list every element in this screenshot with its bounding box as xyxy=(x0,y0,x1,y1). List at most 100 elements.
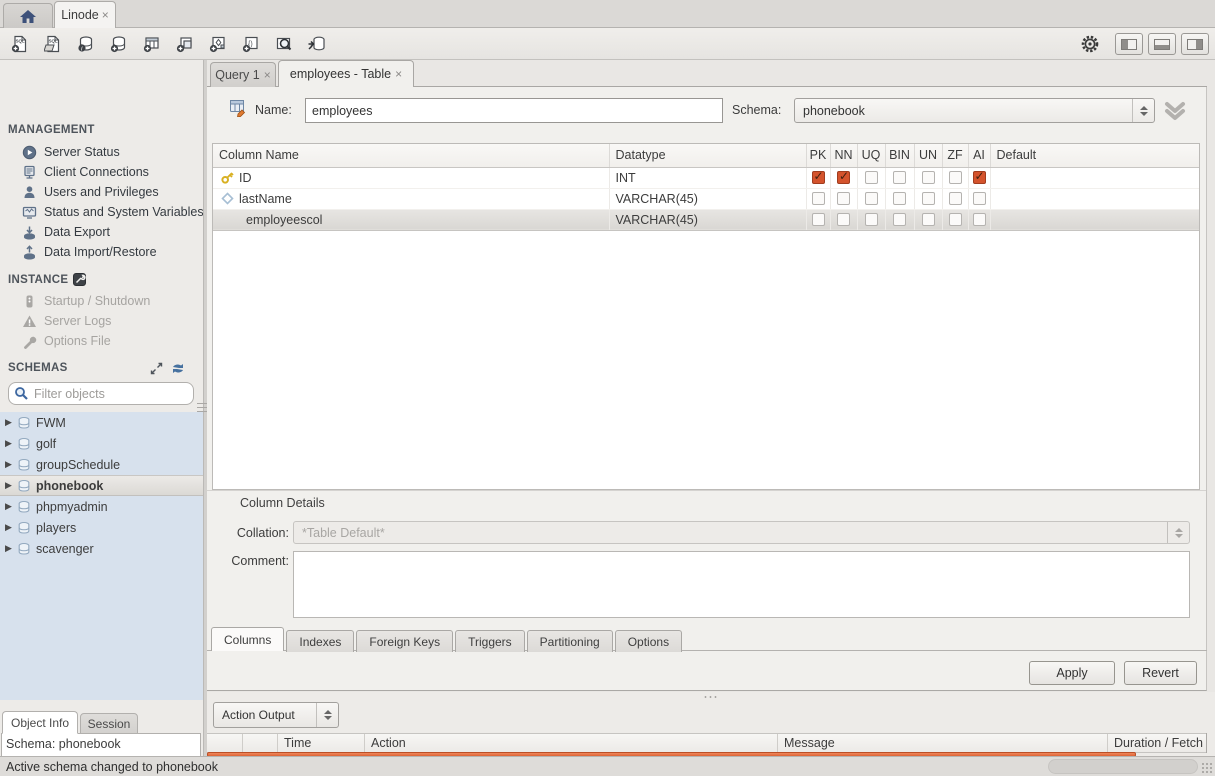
schema-item-phpmyadmin[interactable]: ▶ phpmyadmin xyxy=(0,496,203,517)
schema-item-phonebook[interactable]: ▶ phonebook xyxy=(0,475,203,496)
reconnect-dbms-icon[interactable] xyxy=(303,31,330,57)
expand-arrow-icon[interactable]: ▶ xyxy=(0,480,14,491)
connection-tab[interactable]: Linode × xyxy=(54,1,116,28)
expand-arrow-icon[interactable]: ▶ xyxy=(0,501,14,512)
toggle-left-panel-icon[interactable] xyxy=(1115,33,1143,55)
schema-item-golf[interactable]: ▶ golf xyxy=(0,433,203,454)
create-table-icon[interactable] xyxy=(138,31,165,57)
collation-select[interactable]: *Table Default* xyxy=(293,521,1190,544)
checkbox-bin[interactable] xyxy=(893,192,906,205)
subtab-columns[interactable]: Columns xyxy=(211,627,284,651)
table-name-input[interactable] xyxy=(305,98,723,123)
tab-session[interactable]: Session xyxy=(80,713,138,734)
checkbox-nn[interactable] xyxy=(837,213,850,226)
refresh-schemas-icon[interactable] xyxy=(171,362,185,375)
output-splitter-grip[interactable] xyxy=(703,695,717,699)
open-sql-script-icon[interactable]: SQL xyxy=(39,31,66,57)
create-stored-procedure-icon[interactable] xyxy=(204,31,231,57)
checkbox-bin[interactable] xyxy=(893,171,906,184)
grid-header-bin[interactable]: BIN xyxy=(885,144,914,167)
checkbox-bin[interactable] xyxy=(893,213,906,226)
checkbox-checked-ai[interactable] xyxy=(973,171,986,184)
checkbox-zf[interactable] xyxy=(949,213,962,226)
grid-header-default[interactable]: Default xyxy=(990,144,1200,167)
expand-arrow-icon[interactable]: ▶ xyxy=(0,438,14,449)
search-data-icon[interactable] xyxy=(270,31,297,57)
checkbox-ai[interactable] xyxy=(973,213,986,226)
sidebar-item-server-logs[interactable]: Server Logs xyxy=(0,311,203,331)
checkbox-zf[interactable] xyxy=(949,192,962,205)
checkbox-uq[interactable] xyxy=(865,171,878,184)
create-function-icon[interactable]: {) xyxy=(237,31,264,57)
tab-object-info[interactable]: Object Info xyxy=(2,711,78,734)
toggle-bottom-panel-icon[interactable] xyxy=(1148,33,1176,55)
schema-item-players[interactable]: ▶ players xyxy=(0,517,203,538)
subtab-options[interactable]: Options xyxy=(615,630,682,652)
checkbox-uq[interactable] xyxy=(865,192,878,205)
sidebar-item-data-import-restore[interactable]: Data Import/Restore xyxy=(0,242,203,262)
schema-select[interactable]: phonebook xyxy=(794,98,1155,123)
checkbox-un[interactable] xyxy=(922,171,935,184)
expand-arrow-icon[interactable]: ▶ xyxy=(0,459,14,470)
expand-arrow-icon[interactable]: ▶ xyxy=(0,543,14,554)
preferences-gear-icon[interactable] xyxy=(1078,32,1102,56)
checkbox-checked-pk[interactable] xyxy=(812,171,825,184)
close-icon[interactable]: × xyxy=(102,8,109,22)
grid-header-zf[interactable]: ZF xyxy=(942,144,968,167)
checkbox-pk[interactable] xyxy=(812,192,825,205)
new-sql-tab-icon[interactable]: SQL xyxy=(6,31,33,57)
sidebar-item-data-export[interactable]: Data Export xyxy=(0,222,203,242)
grid-header-column-name[interactable]: Column Name xyxy=(213,144,609,167)
schema-filter-box[interactable] xyxy=(8,382,194,405)
close-icon[interactable]: × xyxy=(264,68,271,82)
checkbox-nn[interactable] xyxy=(837,192,850,205)
revert-button[interactable]: Revert xyxy=(1124,661,1197,685)
checkbox-un[interactable] xyxy=(922,213,935,226)
checkbox-un[interactable] xyxy=(922,192,935,205)
column-row-employeescol[interactable]: employeescol VARCHAR(45) xyxy=(213,209,1200,230)
schema-filter-input[interactable] xyxy=(34,387,174,401)
checkbox-ai[interactable] xyxy=(973,192,986,205)
sidebar-item-startup-shutdown[interactable]: Startup / Shutdown xyxy=(0,291,203,311)
sidebar-splitter-grip[interactable] xyxy=(197,400,207,414)
checkbox-checked-nn[interactable] xyxy=(837,171,850,184)
expand-arrow-icon[interactable]: ▶ xyxy=(0,417,14,428)
checkbox-zf[interactable] xyxy=(949,171,962,184)
grid-header-uq[interactable]: UQ xyxy=(857,144,885,167)
schema-item-fwm[interactable]: ▶ FWM xyxy=(0,412,203,433)
sidebar-item-status-and-system-variables[interactable]: Status and System Variables xyxy=(0,202,203,222)
close-icon[interactable]: × xyxy=(395,67,402,81)
tab-query-1[interactable]: Query 1× xyxy=(210,62,276,87)
grid-header-ai[interactable]: AI xyxy=(968,144,990,167)
sidebar-item-users-and-privileges[interactable]: Users and Privileges xyxy=(0,182,203,202)
grid-header-datatype[interactable]: Datatype xyxy=(609,144,806,167)
toggle-right-panel-icon[interactable] xyxy=(1181,33,1209,55)
sidebar-item-client-connections[interactable]: Client Connections xyxy=(0,162,203,182)
inspect-database-icon[interactable]: i xyxy=(72,31,99,57)
create-schema-icon[interactable] xyxy=(105,31,132,57)
apply-button[interactable]: Apply xyxy=(1029,661,1115,685)
home-tab[interactable] xyxy=(3,3,53,28)
expand-panel-icon[interactable] xyxy=(150,362,163,375)
comment-textarea[interactable] xyxy=(293,551,1190,618)
subtab-triggers[interactable]: Triggers xyxy=(455,630,525,652)
schema-item-scavenger[interactable]: ▶ scavenger xyxy=(0,538,203,559)
resize-grip-icon[interactable] xyxy=(1201,762,1213,774)
subtab-indexes[interactable]: Indexes xyxy=(286,630,354,652)
expand-editor-chevron-icon[interactable] xyxy=(1162,100,1188,122)
column-row-id[interactable]: ID INT xyxy=(213,167,1200,188)
sidebar-item-options-file[interactable]: Options File xyxy=(0,331,203,351)
create-view-icon[interactable] xyxy=(171,31,198,57)
tab-employees-table[interactable]: employees - Table× xyxy=(278,60,414,87)
grid-header-nn[interactable]: NN xyxy=(830,144,857,167)
grid-header-pk[interactable]: PK xyxy=(806,144,830,167)
expand-arrow-icon[interactable]: ▶ xyxy=(0,522,14,533)
schema-item-groupschedule[interactable]: ▶ groupSchedule xyxy=(0,454,203,475)
output-selector[interactable]: Action Output xyxy=(213,702,339,728)
subtab-partitioning[interactable]: Partitioning xyxy=(527,630,613,652)
checkbox-uq[interactable] xyxy=(865,213,878,226)
sidebar-item-server-status[interactable]: Server Status xyxy=(0,142,203,162)
subtab-foreign-keys[interactable]: Foreign Keys xyxy=(356,630,453,652)
column-row-lastname[interactable]: lastName VARCHAR(45) xyxy=(213,188,1200,209)
checkbox-pk[interactable] xyxy=(812,213,825,226)
